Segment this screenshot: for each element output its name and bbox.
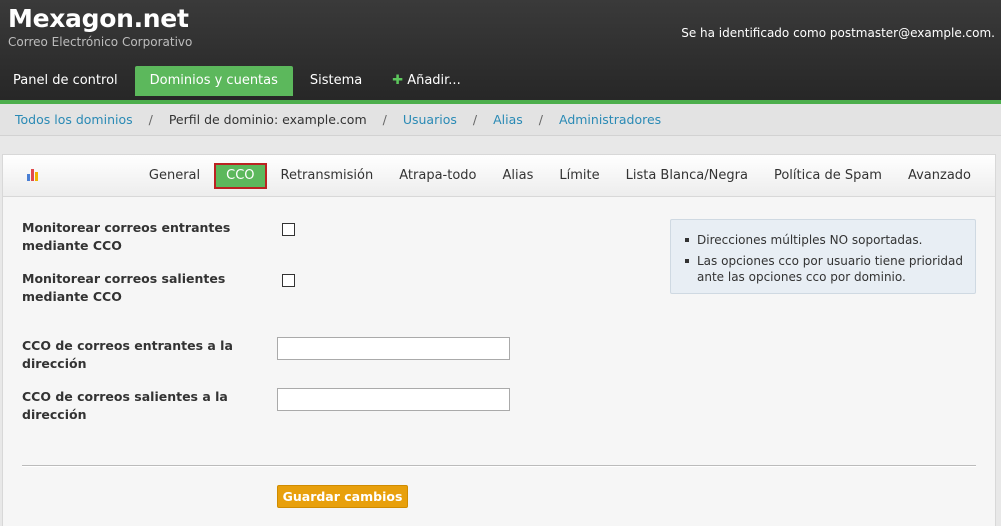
info-note: Direcciones múltiples NO soportadas. <box>683 232 965 248</box>
breadcrumb-all-domains[interactable]: Todos los dominios <box>15 112 133 127</box>
breadcrumb-separator: / <box>538 112 543 127</box>
breadcrumb-admins[interactable]: Administradores <box>559 112 661 127</box>
bcc-incoming-label: CCO de correos entrantes a la dirección <box>22 338 233 371</box>
brand-logo[interactable]: Mexagon.net <box>8 4 189 33</box>
tab-limite[interactable]: Límite <box>547 163 611 189</box>
tab-avanzado[interactable]: Avanzado <box>896 163 983 189</box>
breadcrumb-separator: / <box>148 112 153 127</box>
brand-tagline: Correo Electrónico Corporativo <box>8 35 193 49</box>
monitor-incoming-label: Monitorear correos entrantes mediante CC… <box>22 220 231 253</box>
tab-general[interactable]: General <box>137 163 212 189</box>
save-changes-button[interactable]: Guardar cambios <box>277 485 408 508</box>
top-header: Mexagon.net Correo Electrónico Corporati… <box>0 0 1001 104</box>
nav-item-anadir[interactable]: ✚ Añadir... <box>379 66 473 96</box>
nav-item-panel-de-control[interactable]: Panel de control <box>0 66 131 96</box>
monitor-outgoing-label: Monitorear correos salientes mediante CC… <box>22 271 226 304</box>
breadcrumb-domain-profile: Perfil de dominio: example.com <box>168 112 367 127</box>
tab-atrapa-todo[interactable]: Atrapa-todo <box>387 163 488 189</box>
domain-profile-panel: General CCO Retransmisión Atrapa-todo Al… <box>2 154 996 526</box>
breadcrumb-separator: / <box>472 112 478 127</box>
nav-item-sistema[interactable]: Sistema <box>297 66 375 96</box>
monitor-incoming-checkbox[interactable] <box>282 223 295 236</box>
tab-cco[interactable]: CCO <box>214 163 267 189</box>
bar-chart-icon[interactable] <box>26 168 40 181</box>
bcc-outgoing-address-input[interactable] <box>277 388 510 411</box>
form-divider <box>22 465 976 467</box>
tab-politica-de-spam[interactable]: Política de Spam <box>762 163 894 189</box>
nav-item-anadir-label: Añadir... <box>407 73 461 88</box>
info-notes-box: Direcciones múltiples NO soportadas. Las… <box>670 219 976 294</box>
bcc-incoming-address-input[interactable] <box>277 337 510 360</box>
logged-in-identity: Se ha identificado como postmaster@examp… <box>681 26 995 40</box>
monitor-outgoing-checkbox[interactable] <box>282 274 295 287</box>
breadcrumb-users[interactable]: Usuarios <box>403 112 457 127</box>
tab-alias[interactable]: Alias <box>491 163 546 189</box>
tab-retransmision[interactable]: Retransmisión <box>269 163 386 189</box>
breadcrumb-aliases[interactable]: Alias <box>493 112 523 127</box>
tab-lista-blanca-negra[interactable]: Lista Blanca/Negra <box>614 163 760 189</box>
breadcrumb-separator: / <box>382 112 387 127</box>
info-notes-list: Direcciones múltiples NO soportadas. Las… <box>683 232 965 285</box>
main-nav: Panel de control Dominios y cuentas Sist… <box>0 66 478 98</box>
profile-tabbar: General CCO Retransmisión Atrapa-todo Al… <box>3 155 995 197</box>
nav-item-dominios-y-cuentas[interactable]: Dominios y cuentas <box>134 66 293 96</box>
profile-tabs: General CCO Retransmisión Atrapa-todo Al… <box>135 163 983 189</box>
breadcrumb: Todos los dominios / Perfil de dominio: … <box>0 104 1001 136</box>
plus-icon: ✚ <box>392 73 404 88</box>
bcc-outgoing-label: CCO de correos salientes a la dirección <box>22 389 228 422</box>
info-note: Las opciones cco por usuario tiene prior… <box>683 253 965 285</box>
